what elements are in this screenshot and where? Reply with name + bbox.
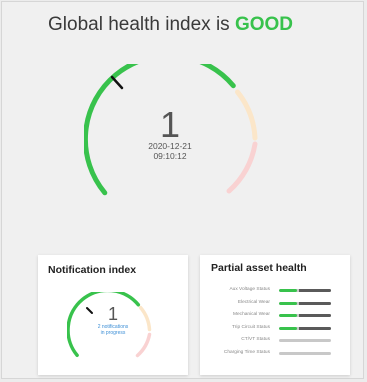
health-row-label: Aux Voltage Status xyxy=(229,287,270,292)
health-row-charging-time[interactable]: Charging Time Status xyxy=(200,348,350,361)
gauge-marker xyxy=(110,75,124,90)
health-row-label: Trip Circuit Status xyxy=(232,324,270,330)
health-row-ctvt[interactable]: CT/VT Status xyxy=(200,335,350,348)
health-row-aux-voltage[interactable]: Aux Voltage Status xyxy=(200,285,350,298)
health-bar-empty xyxy=(279,351,331,355)
partial-card-title: Partial asset health xyxy=(211,262,307,274)
health-row-label: Charging Time Status xyxy=(223,349,270,355)
health-bar-good xyxy=(279,326,331,330)
notification-note[interactable]: 2 notifications in progress xyxy=(78,324,148,336)
health-row-label: Electrical Wear xyxy=(237,299,270,305)
notification-note-line2: in progress xyxy=(100,330,126,336)
health-row-label: Mechanical Wear xyxy=(233,312,270,317)
health-row-label: CT/VT Status xyxy=(241,337,270,342)
notification-count: 1 xyxy=(107,304,118,324)
headline-text: Global health index is xyxy=(48,14,230,35)
gauge-warning-arc xyxy=(235,89,258,141)
partial-health-list: Aux Voltage Status Electrical Wear Mecha… xyxy=(200,285,350,360)
notification-card-title: Notification index xyxy=(48,264,137,276)
notif-critical-arc xyxy=(135,332,152,358)
notification-index-card[interactable]: Notification index 1 2 notifications in … xyxy=(38,255,188,375)
health-row-trip-circuit[interactable]: Trip Circuit Status xyxy=(200,323,350,336)
global-health-headline: Global health index is GOOD xyxy=(48,14,293,36)
partial-asset-health-card[interactable]: Partial asset health Aux Voltage Status … xyxy=(200,255,350,375)
health-bar-good xyxy=(279,289,331,292)
health-status: GOOD xyxy=(234,14,294,35)
health-row-electrical-wear[interactable]: Electrical Wear xyxy=(200,298,350,311)
health-bar-empty xyxy=(279,339,331,342)
gauge-time: 09:10:12 xyxy=(153,151,187,161)
health-row-mechanical-wear[interactable]: Mechanical Wear xyxy=(200,310,350,323)
global-health-value: 1 xyxy=(159,104,181,145)
health-bar-good xyxy=(279,301,331,305)
gauge-date: 2020-12-21 xyxy=(148,141,192,151)
health-bar-good xyxy=(279,314,331,317)
